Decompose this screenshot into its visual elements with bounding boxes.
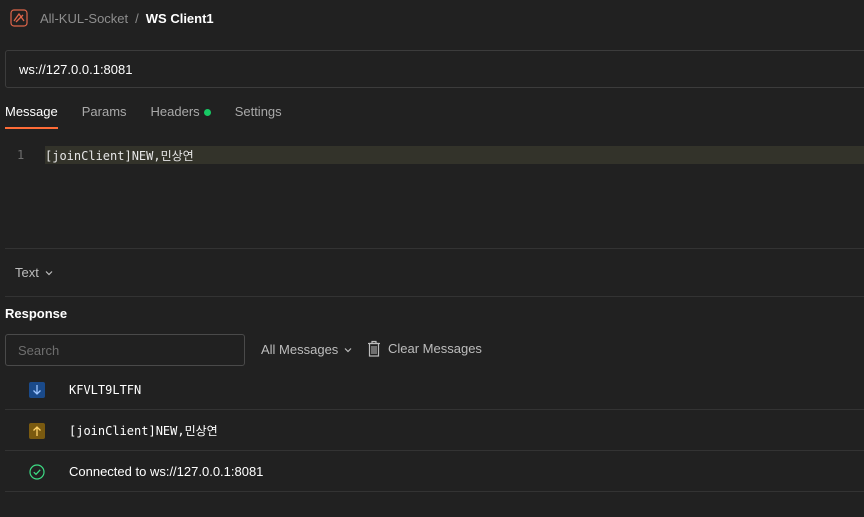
message-format-select[interactable]: Text — [15, 265, 54, 280]
request-tabs: Message Params Headers Settings — [5, 104, 306, 130]
line-number: 1 — [17, 148, 25, 162]
check-circle-icon — [29, 463, 45, 480]
message-row[interactable]: [joinClient]NEW,민상연 — [5, 411, 864, 451]
arrow-up-icon — [29, 422, 45, 439]
breadcrumb-separator: / — [135, 10, 139, 26]
tab-settings[interactable]: Settings — [235, 104, 282, 129]
trash-icon — [368, 340, 380, 357]
editor-content[interactable]: [joinClient]NEW,민상연 — [45, 147, 194, 164]
tab-settings-label: Settings — [234, 104, 282, 119]
tab-params-label: Params — [81, 104, 127, 119]
filter-selected: All Messages — [261, 342, 339, 357]
url-value: ws://127.0.0.1:8081 — [19, 61, 133, 77]
message-text: Connected to ws://127.0.0.1:8081 — [69, 464, 264, 479]
chevron-down-icon — [344, 347, 352, 352]
tab-message[interactable]: Message — [5, 104, 58, 129]
search-input[interactable] — [5, 334, 245, 366]
message-editor[interactable]: 1 [joinClient]NEW,민상연 — [5, 146, 864, 164]
websocket-icon — [10, 9, 28, 27]
tab-headers-label: Headers — [150, 104, 200, 119]
breadcrumb: All-KUL-Socket / WS Client1 — [10, 8, 214, 28]
request-name[interactable]: WS Client1 — [146, 11, 214, 26]
message-text: [joinClient]NEW,민상연 — [69, 424, 218, 438]
message-row[interactable]: Connected to ws://127.0.0.1:8081 — [5, 452, 864, 492]
message-row[interactable]: KFVLT9LTFN — [5, 370, 864, 410]
format-selected: Text — [15, 265, 39, 280]
headers-status-dot — [203, 109, 211, 116]
message-text: KFVLT9LTFN — [69, 382, 142, 397]
arrow-down-icon — [29, 381, 45, 398]
format-divider — [5, 296, 864, 297]
response-title: Response — [5, 306, 68, 321]
tab-message-label: Message — [5, 104, 58, 119]
editor-divider — [5, 248, 864, 249]
breadcrumb-collection-link[interactable]: All-KUL-Socket — [40, 11, 128, 26]
tab-params[interactable]: Params — [82, 104, 127, 129]
clear-messages-button[interactable]: Clear Messages — [367, 340, 482, 357]
chevron-down-icon — [45, 270, 53, 275]
tab-headers[interactable]: Headers — [151, 104, 211, 129]
message-filter-select[interactable]: All Messages — [261, 342, 353, 357]
url-input[interactable]: ws://127.0.0.1:8081 — [5, 50, 864, 88]
clear-messages-label: Clear Messages — [388, 341, 482, 356]
